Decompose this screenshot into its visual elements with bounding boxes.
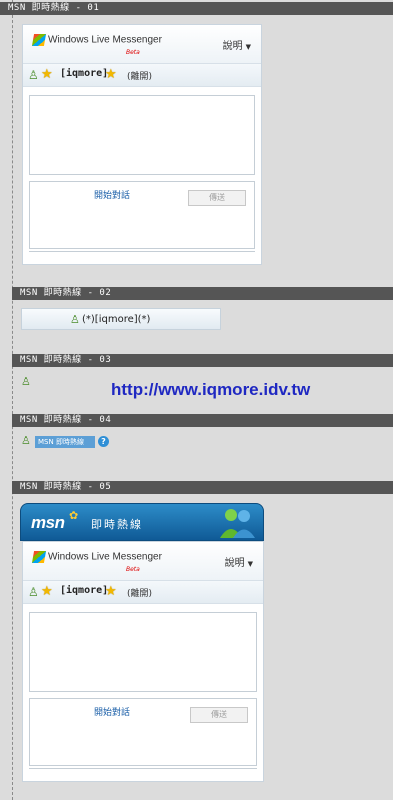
- star-icon: ★: [41, 584, 53, 599]
- user-icon: ♙: [21, 375, 31, 388]
- section-header-03: MSN 即時熱線 - 03: [12, 354, 393, 367]
- contact-button-text: (*)[iqmore](*): [82, 314, 151, 325]
- website-url[interactable]: http://www.iqmore.idv.tw: [111, 380, 310, 400]
- section-header-02: MSN 即時熱線 - 02: [12, 287, 393, 300]
- logo-text: Windows Live Messenger: [48, 34, 162, 46]
- messenger-header: Windows Live Messenger Beta 說明 ▼: [23, 542, 263, 580]
- logo-text: Windows Live Messenger: [48, 551, 162, 563]
- msn-butterfly-icon: ✿: [69, 509, 79, 522]
- beta-label: Beta: [126, 566, 140, 573]
- user-status-row: ♙ ★ [iqmore] ★ (離開): [23, 580, 263, 604]
- section-header-05: MSN 即時熱線 - 05: [12, 481, 393, 494]
- user-icon: ♙: [28, 68, 39, 82]
- start-chat-link[interactable]: 開始對話: [94, 705, 130, 718]
- start-chat-link[interactable]: 開始對話: [94, 188, 130, 201]
- help-label: 說明: [224, 558, 245, 569]
- messenger-window-05: Windows Live Messenger Beta 說明 ▼ ♙ ★ [iqm…: [22, 541, 264, 782]
- left-dashed-guide: [12, 0, 13, 800]
- contact-button[interactable]: ♙ (*)[iqmore](*): [21, 308, 221, 330]
- message-history-area: [29, 95, 255, 175]
- msn-buddies-icon: [220, 509, 255, 538]
- section-header-01: MSN 即時熱線 - 01: [0, 2, 393, 15]
- star-icon: ★: [105, 584, 117, 599]
- status-strip: [29, 768, 257, 779]
- user-icon: ♙: [28, 585, 39, 599]
- user-icon: ♙: [70, 313, 80, 326]
- help-menu[interactable]: 說明 ▼: [223, 37, 251, 52]
- username: [iqmore]: [60, 68, 109, 79]
- chevron-down-icon: ▼: [245, 43, 251, 51]
- beta-label: Beta: [126, 49, 140, 56]
- help-label: 說明: [222, 41, 243, 52]
- chevron-down-icon: ▼: [247, 560, 253, 568]
- star-icon: ★: [105, 67, 117, 82]
- msn-hotline-tag[interactable]: MSN 即時熱線: [35, 436, 95, 448]
- section-header-04: MSN 即時熱線 - 04: [12, 414, 393, 427]
- status-text: (離開): [127, 72, 153, 82]
- send-button[interactable]: 傳送: [188, 190, 246, 206]
- send-button[interactable]: 傳送: [190, 707, 248, 723]
- message-input-area[interactable]: 開始對話 傳送: [29, 698, 257, 766]
- username: [iqmore]: [60, 585, 109, 596]
- message-history-area: [29, 612, 257, 692]
- windows-flag-icon: [31, 551, 47, 563]
- star-icon: ★: [41, 67, 53, 82]
- messenger-header: Windows Live Messenger Beta 說明 ▼: [23, 25, 261, 63]
- user-status-row: ♙ ★ [iqmore] ★ (離開): [23, 63, 261, 87]
- message-input-area[interactable]: 開始對話 傳送: [29, 181, 255, 249]
- messenger-logo: Windows Live Messenger: [31, 551, 162, 563]
- help-circle-icon[interactable]: ?: [98, 436, 109, 447]
- help-menu[interactable]: 說明 ▼: [225, 554, 253, 569]
- messenger-logo: Windows Live Messenger: [31, 34, 162, 46]
- msn-banner: msn ✿ 即時熱線: [20, 503, 264, 541]
- user-icon: ♙: [21, 434, 31, 447]
- msn-logo: msn: [31, 513, 65, 532]
- messenger-window-01: Windows Live Messenger Beta 說明 ▼ ♙ ★ [iqm…: [22, 24, 262, 265]
- status-text: (離開): [127, 589, 153, 599]
- status-strip: [29, 251, 255, 262]
- windows-flag-icon: [31, 34, 47, 46]
- banner-title: 即時熱線: [91, 518, 143, 531]
